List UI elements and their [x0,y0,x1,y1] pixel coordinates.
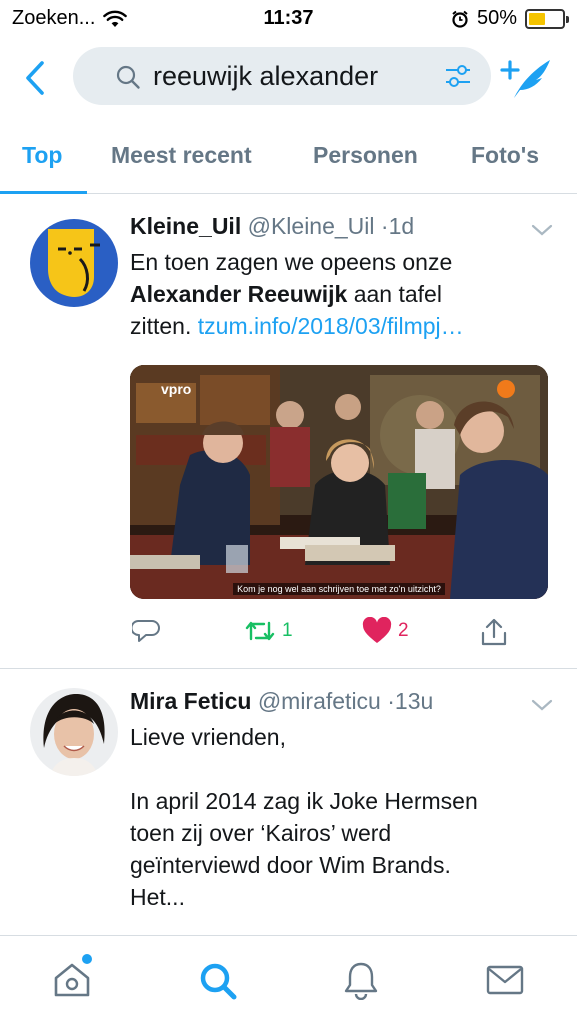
retweet-button[interactable]: 1 [244,617,293,645]
tweet-text-line: Alexander Reeuwijk aan tafel [130,278,550,310]
compose-icon[interactable] [500,56,556,100]
tweet-media-image[interactable]: vpro Kom je nog wel aan schrijven toe me… [130,365,548,599]
tweet-author-name[interactable]: Mira Feticu [130,688,251,714]
tweet-author-name[interactable]: Kleine_Uil [130,213,241,239]
status-right: 50% [451,7,569,30]
media-caption: Kom je nog wel aan schrijven toe met zo'… [130,583,548,595]
filter-icon[interactable] [444,63,472,89]
tweet-header: Kleine_Uil @Kleine_Uil ·1d [130,213,414,240]
media-caption-text: Kom je nog wel aan schrijven toe met zo'… [233,583,445,595]
tweet-text-line: Het... [130,884,185,910]
chevron-down-icon[interactable] [531,698,553,712]
tweet-text-line: geïnterviewd door Wim Brands. [130,852,451,878]
alarm-icon [452,10,468,28]
search-query: reeuwijk alexander [153,61,379,91]
like-count: 2 [398,620,409,641]
explore-icon[interactable] [197,960,239,1002]
tweet-author-handle: @Kleine_Uil [247,213,375,239]
battery-icon [525,8,569,29]
tweet-text-line: En toen zagen we opeens onze [130,249,453,275]
tweet[interactable]: Mira Feticu @mirafeticu ·13u Lieve vrien… [0,670,577,935]
tweet-text-line: zitten. tzum.info/2018/03/filmpj… [130,310,550,342]
tweet-text-line: Lieve vrienden, [130,724,286,750]
avatar[interactable] [30,688,118,776]
active-tab-indicator [0,191,87,194]
status-bar: Zoeken... 11:37 50% [0,0,577,40]
tweet-time: 13u [394,688,434,714]
tab-top[interactable]: Top [22,142,62,169]
home-icon[interactable] [52,960,92,1000]
reply-button[interactable] [132,617,160,645]
search-icon [116,65,140,89]
reply-icon [132,620,160,642]
tweet-actions: 1 2 [130,617,550,657]
tweet-time: 1d [388,213,415,239]
tv-scene-image [130,365,548,599]
tweet-text: Lieve vrienden, In april 2014 zag ik Jok… [130,721,550,913]
retweet-icon [245,621,275,641]
share-button[interactable] [480,617,508,647]
tweet-separator: · [387,688,395,714]
battery-percent: 50% [476,7,517,29]
tweet-text: En toen zagen we opeens onze Alexander R… [130,246,550,342]
back-icon[interactable] [20,58,52,98]
search-header: reeuwijk alexander [0,40,577,120]
notifications-icon[interactable] [342,960,380,1000]
tab-latest[interactable]: Meest recent [111,142,252,169]
tweet-text-after: aan tafel [347,281,442,307]
search-tabs: Top Meest recent Personen Foto's [0,130,577,194]
tweet-text-prefix: zitten. [130,313,198,339]
tweet-text-line: In april 2014 zag ik Joke Hermsen [130,788,478,814]
search-input[interactable]: reeuwijk alexander [73,47,491,105]
battery-fill [529,12,545,25]
tweet-text-bold: Alexander Reeuwijk [130,281,348,307]
owl-logo [30,219,118,307]
tweet-link[interactable]: tzum.info/2018/03/filmpj… [198,313,464,339]
share-icon [481,618,507,646]
messages-icon[interactable] [485,960,525,1000]
tweet-separator: · [380,213,389,239]
profile-photo [30,688,118,776]
avatar[interactable] [30,219,118,307]
tab-people[interactable]: Personen [313,142,418,169]
like-button[interactable]: 2 [362,617,409,645]
tweet-text-blank [130,753,550,785]
like-icon [362,617,392,643]
chevron-down-icon[interactable] [531,223,553,237]
tweet-author-handle: @mirafeticu [257,688,381,714]
bottom-tab-bar [0,935,577,1024]
vpro-logo: vpro [161,381,192,397]
tab-photos[interactable]: Foto's [471,142,539,169]
notification-dot [82,954,92,964]
tweet-text-line: toen zij over ‘Kairos’ werd [130,820,392,846]
tweet[interactable]: Kleine_Uil @Kleine_Uil ·1d En toen zagen… [0,195,577,669]
retweet-count: 1 [282,620,293,641]
tweet-header: Mira Feticu @mirafeticu ·13u [130,688,433,715]
